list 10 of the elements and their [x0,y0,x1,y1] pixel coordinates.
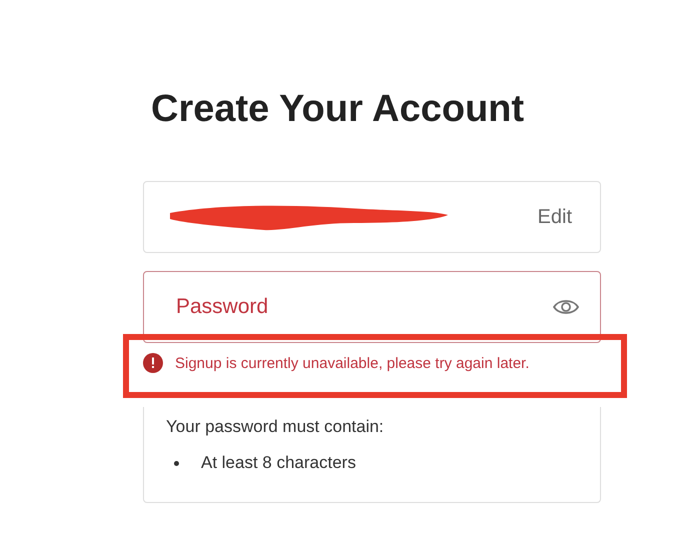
edit-link[interactable]: Edit [538,206,572,228]
error-message: Signup is currently unavailable, please try again later. [175,354,530,372]
error-icon [143,353,163,373]
password-field[interactable]: Password [143,271,601,343]
page-title: Create Your Account [151,87,526,132]
bullet-icon [174,460,179,466]
eye-icon[interactable] [553,298,579,316]
email-field[interactable]: Edit [143,181,601,253]
requirements-heading: Your password must contain: [166,417,385,437]
requirement-item: At least 8 characters [201,453,356,473]
